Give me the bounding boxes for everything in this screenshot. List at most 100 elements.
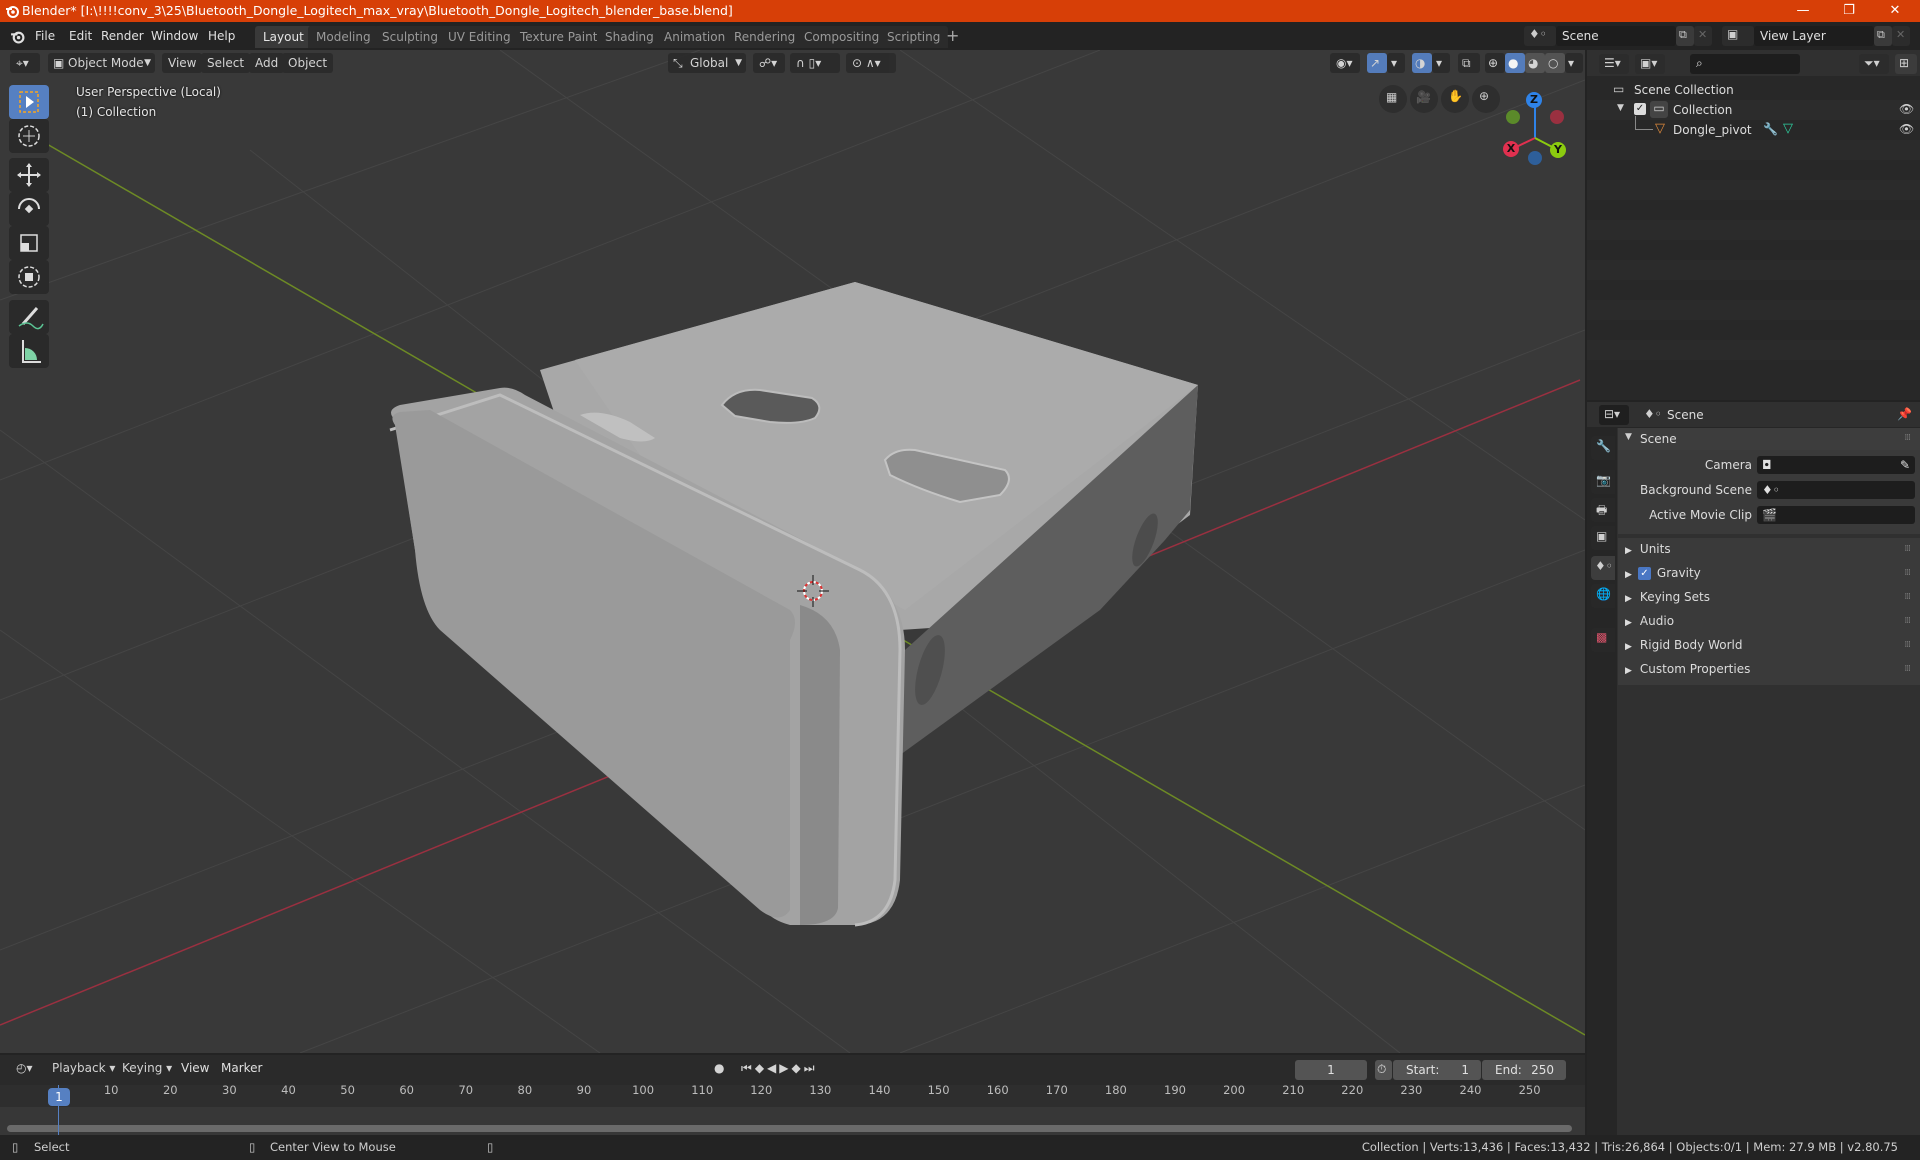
snap-toggle[interactable]: ∩ ▯▾ — [790, 53, 840, 73]
eyedropper-icon[interactable]: ✎ — [1900, 456, 1910, 474]
menu-add[interactable]: Add — [249, 53, 285, 73]
drag-handle-icon[interactable]: ⁞⁞⁞ — [1904, 562, 1911, 584]
maximize-button[interactable]: ❐ — [1826, 0, 1872, 22]
tab-sculpting[interactable]: Sculpting — [374, 26, 447, 48]
eye-icon[interactable]: 👁 — [1899, 102, 1914, 116]
menu-marker[interactable]: Marker — [221, 1059, 262, 1077]
gizmo-dropdown[interactable]: ▾ — [1387, 53, 1405, 73]
pin-icon[interactable]: 📌 — [1897, 407, 1912, 421]
new-scene-button[interactable]: ⧉ — [1676, 26, 1694, 46]
drag-handle-icon[interactable]: ⁞⁞⁞ — [1904, 538, 1911, 560]
playhead[interactable]: 1 — [48, 1088, 70, 1106]
tab-view-layer[interactable]: ▣ — [1591, 526, 1615, 550]
modifier-wrench-icon[interactable]: 🔧 — [1763, 122, 1778, 136]
panel-custom-properties[interactable]: ▶ Custom Properties ⁞⁞⁞ — [1625, 658, 1920, 680]
timeline-scrollbar[interactable] — [7, 1125, 1572, 1132]
outliner-editor-type[interactable]: ☰▾ — [1599, 54, 1629, 74]
tab-output[interactable]: 🖶 — [1591, 498, 1615, 522]
menu-help[interactable]: Help — [208, 27, 235, 45]
menu-render[interactable]: Render — [101, 27, 144, 45]
tab-layout[interactable]: Layout — [255, 26, 312, 48]
overlays-toggle[interactable]: ◑ — [1412, 53, 1432, 73]
display-mode-dropdown[interactable]: ▣▾ — [1635, 54, 1665, 74]
tab-scripting[interactable]: Scripting — [879, 26, 949, 48]
play-icon[interactable]: ▶ — [779, 1061, 791, 1075]
menu-file[interactable]: File — [35, 27, 55, 45]
tab-uv-editing[interactable]: UV Editing — [440, 26, 519, 48]
tool-move[interactable] — [9, 158, 49, 192]
outliner-row-scene-collection[interactable]: ▭ Scene Collection — [1587, 80, 1920, 100]
tab-render[interactable]: 📷 — [1591, 470, 1615, 494]
menu-timeline-view[interactable]: View — [181, 1059, 209, 1077]
view-layer-field[interactable]: View Layer — [1754, 26, 1874, 46]
jump-end-icon[interactable]: ⏭ — [804, 1061, 818, 1075]
view-layer-browse-button[interactable]: ▣ — [1722, 26, 1754, 46]
add-workspace-button[interactable]: + — [946, 27, 959, 45]
xray-toggle[interactable]: ⧉ — [1458, 53, 1480, 73]
close-window-button[interactable]: ✕ — [1872, 0, 1918, 22]
transform-orientation-dropdown[interactable]: ⤡ Global ▼ — [668, 53, 746, 73]
tool-transform[interactable] — [9, 260, 49, 294]
3d-viewport[interactable]: ⌖▾ ▣ Object Mode ▼ View Select Add Objec… — [0, 50, 1585, 1053]
scene-browse-button[interactable]: ♦◦ — [1524, 26, 1556, 46]
tab-animation[interactable]: Animation — [656, 26, 734, 48]
tab-texture-paint[interactable]: Texture Paint — [512, 26, 606, 48]
preview-range-toggle[interactable]: ⏱ — [1375, 1060, 1392, 1080]
auto-keying-toggle[interactable]: ● — [710, 1058, 730, 1078]
scene-name-field[interactable]: Scene — [1556, 26, 1676, 46]
drag-handle-icon[interactable]: ⁞⁞⁞ — [1904, 610, 1911, 632]
collection-checkbox[interactable]: ✓ — [1634, 103, 1646, 115]
tool-rotate[interactable] — [9, 192, 49, 226]
new-view-layer-button[interactable]: ⧉ — [1874, 26, 1892, 46]
mesh-data-icon[interactable]: ▽ — [1783, 121, 1793, 136]
drag-handle-icon[interactable]: ⁞⁞⁞ — [1904, 586, 1911, 608]
eye-icon[interactable]: 👁 — [1899, 122, 1914, 136]
timeline-editor-type[interactable]: ◴▾ — [10, 1058, 40, 1078]
gizmo-y-axis[interactable]: Y — [1550, 142, 1566, 158]
tab-rendering[interactable]: Rendering — [726, 26, 804, 48]
shading-solid[interactable]: ● — [1505, 53, 1525, 73]
tool-cursor[interactable] — [9, 119, 49, 153]
toggle-grid-button[interactable]: ▦ — [1379, 85, 1407, 113]
outliner-row-dongle-pivot[interactable]: ▽ Dongle_pivot 🔧 ▽ 👁 — [1587, 116, 1920, 140]
new-collection-button[interactable]: ⊞ — [1895, 54, 1917, 74]
camera-view-button[interactable]: 🎥 — [1410, 85, 1438, 113]
minimize-button[interactable]: — — [1780, 0, 1826, 22]
menu-window[interactable]: Window — [151, 27, 198, 45]
overlays-dropdown[interactable]: ▾ — [1432, 53, 1450, 73]
blender-menu-icon[interactable] — [10, 29, 25, 44]
filter-dropdown[interactable]: ⏷▾ — [1859, 54, 1889, 74]
proportional-edit-toggle[interactable]: ⊙ ∧▾ — [846, 53, 896, 73]
visibility-dropdown[interactable]: ◉▾ — [1330, 53, 1360, 73]
editor-type-button[interactable]: ⌖▾ — [10, 53, 40, 73]
delete-view-layer-button[interactable]: ✕ — [1892, 26, 1910, 46]
panel-units[interactable]: ▶ Units ⁞⁞⁞ — [1625, 538, 1920, 560]
active-movie-clip-field[interactable]: 🎬 — [1757, 506, 1915, 524]
delete-scene-button[interactable]: ✕ — [1694, 26, 1712, 46]
properties-editor-type[interactable]: ⊟▾ — [1599, 405, 1629, 425]
tab-modeling[interactable]: Modeling — [308, 26, 379, 48]
expand-arrow-icon[interactable]: ▼ — [1617, 103, 1624, 113]
tool-annotate[interactable] — [9, 300, 49, 334]
tool-measure[interactable] — [9, 334, 49, 368]
panel-keying-sets[interactable]: ▶ Keying Sets ⁞⁞⁞ — [1625, 586, 1920, 608]
drag-handle-icon[interactable]: ⁞⁞⁞ — [1904, 634, 1911, 656]
prev-keyframe-icon[interactable]: ◆ — [755, 1061, 767, 1075]
pivot-point-dropdown[interactable]: ☍▾ — [753, 53, 785, 73]
start-frame-field[interactable]: Start: 1 — [1393, 1060, 1481, 1080]
pan-view-button[interactable]: ✋ — [1441, 85, 1469, 113]
menu-playback[interactable]: Playback ▾ — [46, 1058, 122, 1078]
menu-object[interactable]: Object — [282, 53, 334, 73]
gizmo-toggle[interactable]: ↗ — [1367, 53, 1387, 73]
panel-gravity[interactable]: ▶ ✓ Gravity ⁞⁞⁞ — [1625, 562, 1920, 584]
tab-world[interactable]: 🌐 — [1591, 584, 1615, 608]
shading-wireframe[interactable]: ⊕ — [1485, 53, 1505, 73]
background-scene-field[interactable]: ♦◦ — [1757, 481, 1915, 499]
end-frame-field[interactable]: End: 250 — [1482, 1060, 1566, 1080]
tab-scene[interactable]: ♦◦ — [1591, 556, 1615, 580]
tab-shading[interactable]: Shading — [597, 26, 662, 48]
gizmo-z-axis[interactable]: Z — [1526, 92, 1542, 108]
menu-select[interactable]: Select — [201, 53, 251, 73]
tab-tool[interactable]: 🔧 — [1591, 436, 1615, 460]
next-keyframe-icon[interactable]: ◆ — [792, 1061, 804, 1075]
